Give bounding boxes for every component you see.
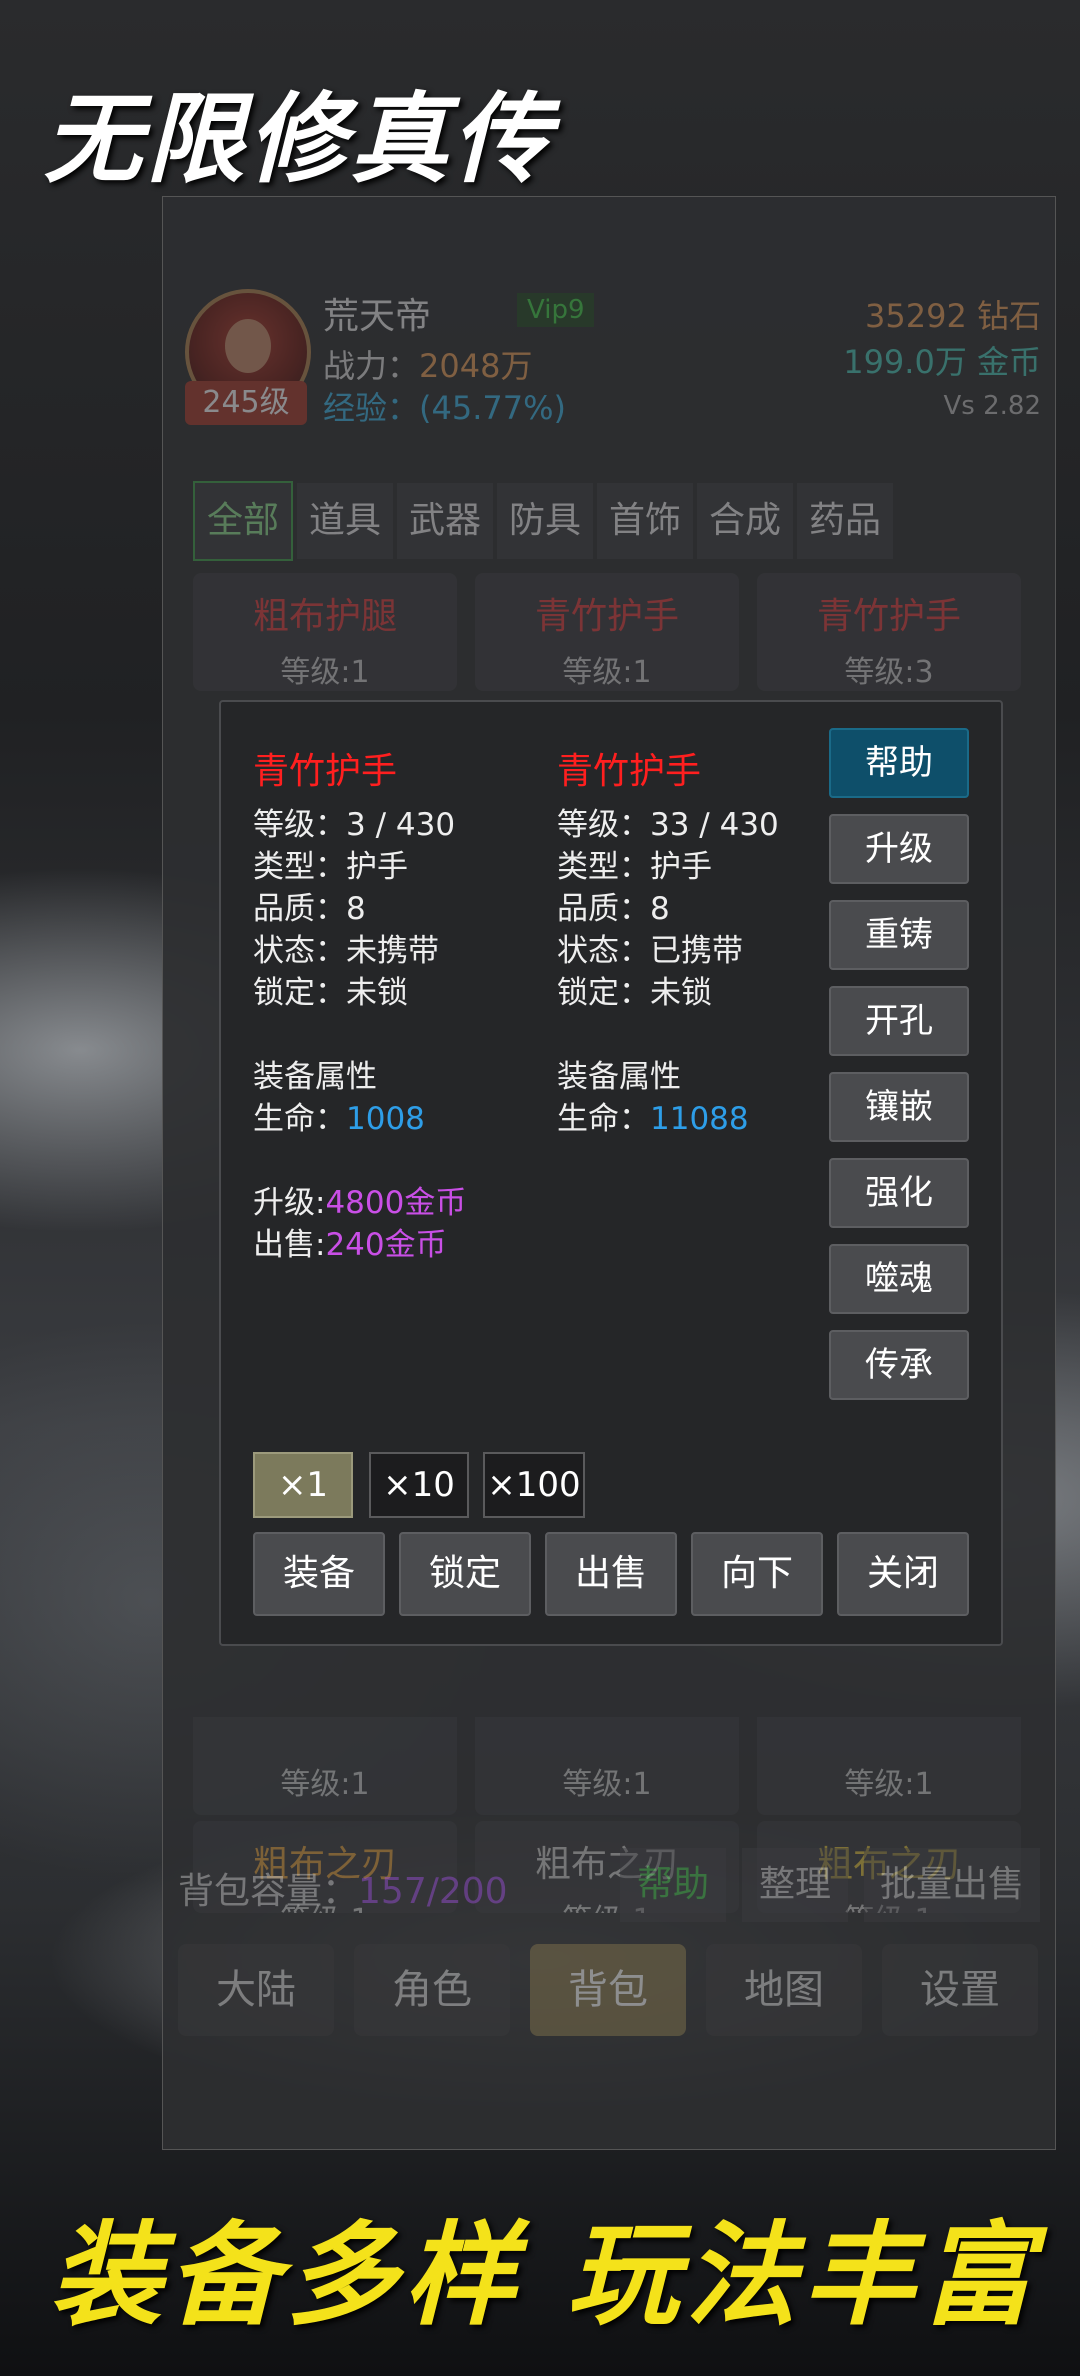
- tab-all[interactable]: 全部: [193, 481, 293, 561]
- equip-button[interactable]: 装备: [253, 1532, 385, 1616]
- attr-title: 装备属性: [557, 1059, 681, 1095]
- inventory-item[interactable]: 等级:1: [193, 1717, 457, 1815]
- item-detail-dialog: 青竹护手 等级：3 / 430 类型：护手 品质：8 状态：未携带 锁定：未锁 …: [219, 700, 1003, 1646]
- bag-help-button[interactable]: 帮助: [620, 1848, 726, 1922]
- bulk-sell-button[interactable]: 批量出售: [864, 1848, 1040, 1922]
- nav-continent[interactable]: 大陆: [178, 1944, 334, 2036]
- attr-title: 装备属性: [253, 1059, 377, 1095]
- bag-capacity-count: 157/200: [358, 1871, 508, 1912]
- enhance-button[interactable]: 强化: [829, 1158, 969, 1228]
- inventory-item[interactable]: 等级:1: [757, 1717, 1021, 1815]
- inventory-item[interactable]: 粗布护腿 等级:1: [193, 573, 457, 691]
- bag-sort-button[interactable]: 整理: [742, 1848, 848, 1922]
- item-lock: 锁定：未锁: [253, 975, 408, 1011]
- move-down-button[interactable]: 向下: [691, 1532, 823, 1616]
- tab-weapons[interactable]: 武器: [397, 483, 493, 559]
- bag-capacity: 背包容量：157/200: [178, 1862, 508, 1914]
- socket-button[interactable]: 开孔: [829, 986, 969, 1056]
- hp-value: 11088: [650, 1101, 749, 1137]
- bag-capacity-label: 背包容量：: [178, 1871, 359, 1912]
- multiplier-x1[interactable]: ×1: [253, 1452, 353, 1518]
- category-tabs: 全部 道具 武器 防具 首饰 合成 药品: [193, 481, 897, 561]
- upgrade-button[interactable]: 升级: [829, 814, 969, 884]
- nav-character[interactable]: 角色: [354, 1944, 510, 2036]
- sell-button[interactable]: 出售: [545, 1532, 677, 1616]
- power-label: 战力：: [323, 347, 420, 385]
- nav-settings[interactable]: 设置: [882, 1944, 1038, 2036]
- multiplier-x100[interactable]: ×100: [483, 1452, 585, 1518]
- upgrade-value: 4800金币: [325, 1185, 467, 1221]
- tab-armor[interactable]: 防具: [497, 483, 593, 559]
- item-status: 状态：未携带: [253, 933, 439, 969]
- hp-label: 生命：: [253, 1101, 346, 1137]
- upgrade-cost: 升级:4800金币: [253, 1182, 543, 1224]
- item-level: 等级：33 / 430: [557, 807, 779, 843]
- tab-potions[interactable]: 药品: [797, 483, 893, 559]
- hp-label: 生命：: [557, 1101, 650, 1137]
- item-quality: 品质：8: [253, 891, 366, 927]
- promo-slogan: 装备多样 玩法丰富: [50, 2210, 1039, 2341]
- inventory-item[interactable]: 青竹护手 等级:1: [475, 573, 739, 691]
- current-item-panel: 青竹护手 等级：3 / 430 类型：护手 品质：8 状态：未携带 锁定：未锁 …: [253, 742, 543, 1266]
- item-level: 等级:1: [280, 655, 370, 690]
- multiplier-x10[interactable]: ×10: [369, 1452, 469, 1518]
- item-name: 青竹护手: [534, 596, 679, 637]
- inherit-button[interactable]: 传承: [829, 1330, 969, 1400]
- item-lock: 锁定：未锁: [557, 975, 712, 1011]
- item-type: 类型：护手: [557, 849, 712, 885]
- reforge-button[interactable]: 重铸: [829, 900, 969, 970]
- item-quality: 品质：8: [557, 891, 670, 927]
- item-level: 等级:1: [562, 655, 652, 690]
- item-level: 等级：3 / 430: [253, 807, 456, 843]
- item-status: 状态：已携带: [557, 933, 743, 969]
- sell-value: 240金币: [325, 1227, 447, 1263]
- game-title: 无限修真传: [44, 82, 555, 197]
- close-button[interactable]: 关闭: [837, 1532, 969, 1616]
- player-name: 荒天帝: [323, 296, 432, 337]
- hp-value: 1008: [346, 1101, 425, 1137]
- lock-button[interactable]: 锁定: [399, 1532, 531, 1616]
- devour-soul-button[interactable]: 噬魂: [829, 1244, 969, 1314]
- inventory-item[interactable]: 青竹护手 等级:3: [757, 573, 1021, 691]
- power-value: 2048万: [419, 347, 533, 385]
- inventory-item[interactable]: 等级:1: [475, 1717, 739, 1815]
- item-level: 等级:1: [562, 1767, 652, 1802]
- hp-stat: 生命：1008: [253, 1098, 543, 1140]
- power-stat: 战力：2048万: [323, 341, 532, 387]
- diamond-count: 35292 钻石: [865, 297, 1041, 335]
- gold-count: 199.0万 金币: [843, 343, 1041, 381]
- tab-jewelry[interactable]: 首饰: [597, 483, 693, 559]
- item-level: 等级:3: [844, 655, 934, 690]
- nav-map[interactable]: 地图: [706, 1944, 862, 2036]
- tab-synthesis[interactable]: 合成: [697, 483, 793, 559]
- item-name: 青竹护手: [816, 596, 961, 637]
- item-name: 青竹护手: [557, 751, 702, 792]
- level-badge: 245级: [185, 381, 307, 425]
- upgrade-label: 升级:: [253, 1185, 326, 1221]
- item-level: 等级:1: [844, 1767, 934, 1802]
- equipped-item-panel: 青竹护手 等级：33 / 430 类型：护手 品质：8 状态：已携带 锁定：未锁…: [557, 742, 847, 1140]
- item-name: 青竹护手: [253, 751, 398, 792]
- version-label: Vs 2.82: [943, 391, 1042, 421]
- sell-price: 出售:240金币: [253, 1224, 543, 1266]
- exp-stat: 经验：(45.77%): [323, 389, 566, 427]
- item-name: 粗布护腿: [252, 596, 397, 637]
- item-type: 类型：护手: [253, 849, 408, 885]
- item-level: 等级:1: [280, 1767, 370, 1802]
- help-button[interactable]: 帮助: [829, 728, 969, 798]
- tab-items[interactable]: 道具: [297, 483, 393, 559]
- inlay-button[interactable]: 镶嵌: [829, 1072, 969, 1142]
- nav-bag[interactable]: 背包: [530, 1944, 686, 2036]
- hp-stat: 生命：11088: [557, 1098, 847, 1140]
- vip-badge: Vip9: [517, 293, 595, 327]
- sell-label: 出售:: [253, 1227, 326, 1263]
